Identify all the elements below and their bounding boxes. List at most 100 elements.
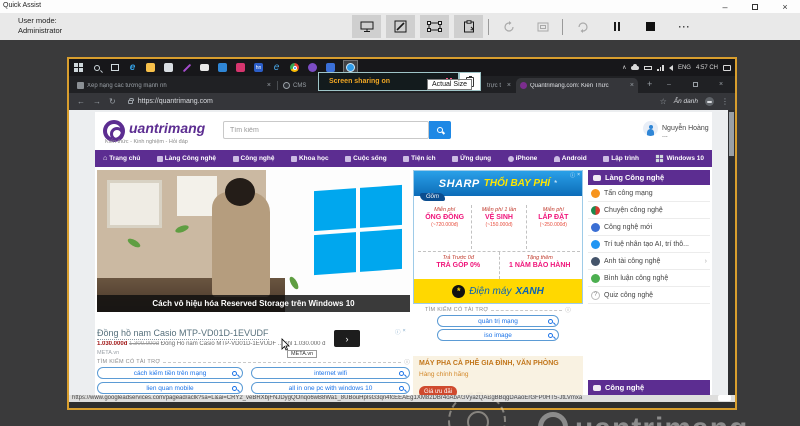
minimize-button[interactable]: – xyxy=(710,0,740,13)
remote-screen[interactable]: e hn e ∧ ENG 4:57 CH Xếp hạng các tướng … xyxy=(67,57,737,410)
battery-icon[interactable] xyxy=(644,65,653,70)
action-center-icon[interactable] xyxy=(723,64,731,71)
user-name[interactable]: Nguyễn Hoàng ... xyxy=(662,125,712,139)
forward-button[interactable]: → xyxy=(93,97,101,106)
close-button[interactable]: × xyxy=(770,0,800,13)
nav-ung-dung[interactable]: Ứng dụng xyxy=(452,155,491,162)
tray-chevron-up-icon[interactable]: ∧ xyxy=(622,64,626,71)
sponsored-pill[interactable]: internet wifi xyxy=(251,367,410,379)
info-icon[interactable]: ⓘ xyxy=(565,306,571,314)
user-avatar[interactable] xyxy=(643,121,658,136)
nav-lap-trinh[interactable]: Lập trình xyxy=(603,155,639,162)
back-button[interactable]: ← xyxy=(77,97,85,106)
sidebar-header[interactable]: Làng Công nghệ xyxy=(588,170,710,185)
task-manager-button[interactable] xyxy=(454,15,483,38)
tab-close-icon[interactable]: × xyxy=(507,82,511,89)
taskbar-ie-button[interactable]: e xyxy=(271,62,282,73)
stop-sharing-button[interactable] xyxy=(636,15,665,38)
sharp-ad[interactable]: SHARP THỔI BAY PHÍ * ⓘ × Gồm Miễn phí ỐN… xyxy=(413,170,583,304)
taskbar-search-button[interactable] xyxy=(91,62,102,73)
taskbar-app-button[interactable]: hn xyxy=(253,62,264,73)
tab-1[interactable]: Xếp hạng các tướng mạnh nh × xyxy=(73,78,275,93)
taskbar-mail-button[interactable] xyxy=(199,62,210,73)
remote-maximize-button[interactable] xyxy=(683,76,707,92)
nav-khoa-hoc[interactable]: Khoa học xyxy=(290,155,329,162)
article-caption[interactable]: Cách vô hiệu hóa Reserved Storage trên W… xyxy=(97,295,410,312)
pause-sharing-button[interactable] xyxy=(602,15,631,38)
taskbar-edge-button[interactable]: e xyxy=(127,62,138,73)
url-text[interactable]: https://quantrimang.com xyxy=(138,98,213,105)
clock[interactable]: 4:57 CH xyxy=(696,65,718,71)
bookmark-star-icon[interactable]: ☆ xyxy=(660,97,667,106)
browser-menu-icon[interactable]: ⋮ xyxy=(721,97,729,106)
sidebar-item-tri-tue-nhan-tao[interactable]: Trí tuệ nhân tạo AI, trí thô... xyxy=(588,236,710,253)
nav-home[interactable]: ⌂ Trang chủ xyxy=(103,155,140,162)
tab-4[interactable]: trực t × xyxy=(483,78,515,93)
site-search-input[interactable] xyxy=(223,121,429,139)
featured-article[interactable]: Cách vô hiệu hóa Reserved Storage trên W… xyxy=(97,170,410,312)
taskbar-pen-button[interactable] xyxy=(181,62,192,73)
sidebar-header[interactable]: Công nghệ xyxy=(588,380,710,395)
sidebar-item-cong-nghe-moi[interactable]: Công nghệ mới xyxy=(588,219,710,236)
ad-close-icon[interactable]: × xyxy=(403,328,406,336)
nav-lang-cong-nghe[interactable]: Làng Công nghệ xyxy=(156,155,216,162)
coffee-ad[interactable]: MÁY PHA CÀ PHÊ GIA ĐÌNH, VĂN PHÒNG Hàng … xyxy=(413,356,583,395)
sidebar-item-anh-tai-cong-nghe[interactable]: Anh tài công nghệ › xyxy=(588,253,710,270)
sponsored-pill[interactable]: quản trị mạng xyxy=(437,315,559,327)
sidebar-item-tan-cong-mang[interactable]: Tấn công mạng xyxy=(588,185,710,202)
sponsored-pill[interactable]: iso image xyxy=(437,329,559,341)
secure-lock-icon[interactable] xyxy=(127,97,134,104)
tab-active-quantrimang[interactable]: Quantrimang.com: Kiến Thức × xyxy=(516,78,638,93)
start-button[interactable] xyxy=(73,62,84,73)
nav-cuoc-song[interactable]: Cuộc sống xyxy=(345,155,387,162)
tab-close-icon[interactable]: × xyxy=(630,82,634,89)
onedrive-cloud-icon[interactable] xyxy=(631,63,640,70)
status-expand-button[interactable] xyxy=(718,395,731,401)
nav-android[interactable]: Android xyxy=(553,155,587,162)
reload-button[interactable]: ↻ xyxy=(109,97,116,106)
site-logo[interactable]: uantrimang xyxy=(129,120,205,136)
language-indicator[interactable]: ENG xyxy=(678,65,691,71)
ad-close-icon[interactable]: × xyxy=(577,172,580,179)
select-monitor-button[interactable] xyxy=(352,15,381,38)
coffee-ad-button[interactable]: Giá ưu đãi xyxy=(419,386,457,395)
scrollbar-thumb[interactable] xyxy=(729,112,734,156)
remote-close-button[interactable]: × xyxy=(709,76,733,92)
sidebar-item-chuyen-cong-nghe[interactable]: Chuyện công nghệ xyxy=(588,202,710,219)
product-next-button[interactable]: › xyxy=(334,330,360,347)
sponsored-pill[interactable]: all in one pc with windows 10 xyxy=(251,382,410,394)
nav-iphone[interactable]: iPhone xyxy=(507,155,537,162)
product-ad-title[interactable]: Đồng hồ nam Casio MTP-VD01D-1EVUDF xyxy=(97,328,269,340)
tab-close-icon[interactable]: × xyxy=(267,82,271,89)
ad-choices[interactable]: ⓘ × xyxy=(395,328,406,336)
ad-info-icon[interactable]: ⓘ xyxy=(395,328,401,336)
sponsored-pill[interactable]: lien quan mobile xyxy=(97,382,243,394)
maximize-button[interactable] xyxy=(740,0,770,13)
nav-windows-10[interactable]: Windows 10 xyxy=(655,154,704,163)
taskbar-chrome-button[interactable] xyxy=(289,62,300,73)
actual-size-button[interactable] xyxy=(420,15,449,38)
new-tab-button[interactable]: + xyxy=(647,79,652,89)
info-icon[interactable]: ⓘ xyxy=(404,358,410,366)
ad-info-icon[interactable]: ⓘ xyxy=(570,172,575,179)
network-icon[interactable] xyxy=(657,64,664,71)
site-search-button[interactable] xyxy=(429,121,451,139)
remote-minimize-button[interactable]: – xyxy=(657,76,681,92)
ad-choices[interactable]: ⓘ × xyxy=(570,172,580,179)
sponsored-pill[interactable]: cách kiếm tiền trên mạng xyxy=(97,367,243,379)
taskbar-store-button[interactable] xyxy=(163,62,174,73)
nav-cong-nghe[interactable]: Công nghệ xyxy=(232,155,275,162)
page-scrollbar[interactable] xyxy=(728,110,735,395)
taskbar-photos-button[interactable] xyxy=(217,62,228,73)
annotate-button[interactable] xyxy=(386,15,415,38)
dien-may-xanh-banner[interactable]: * Điện máy XANH xyxy=(414,279,582,303)
taskbar-explorer-button[interactable] xyxy=(145,62,156,73)
nav-tien-ich[interactable]: Tiện ích xyxy=(403,155,436,162)
sidebar-item-binh-luan-cong-nghe[interactable]: Bình luận công nghệ xyxy=(588,270,710,287)
task-view-button[interactable] xyxy=(109,62,120,73)
more-options-button[interactable]: ··· xyxy=(670,15,699,38)
taskbar-people-button[interactable] xyxy=(235,62,246,73)
sidebar-item-quiz-cong-nghe[interactable]: ? Quiz công nghệ xyxy=(588,287,710,304)
volume-icon[interactable] xyxy=(668,64,673,71)
taskbar-viber-button[interactable] xyxy=(307,62,318,73)
